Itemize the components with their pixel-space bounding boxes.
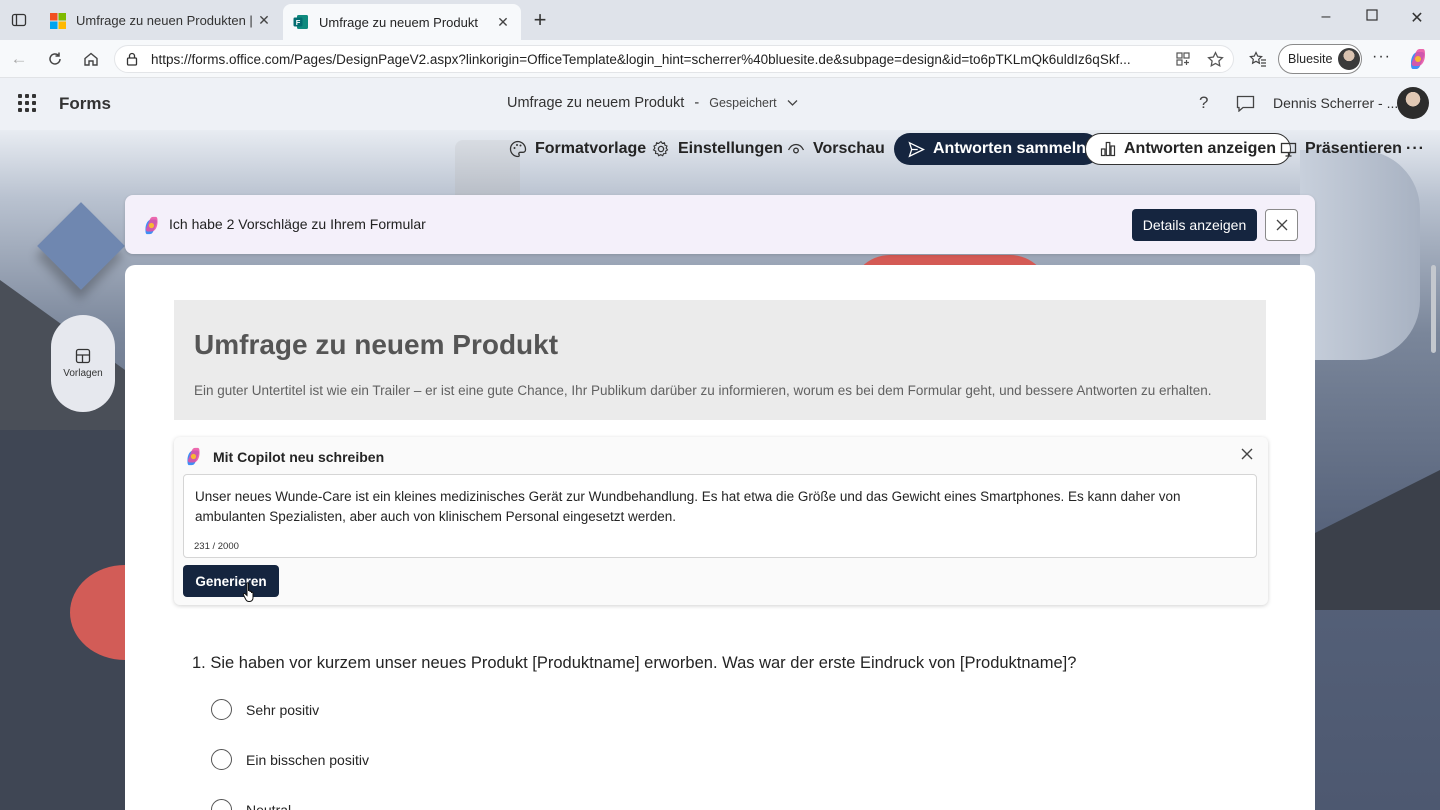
browser-tab-active[interactable]: F Umfrage zu neuem Produkt ✕ <box>283 4 521 40</box>
background-shape <box>1300 150 1420 360</box>
present-icon <box>1280 142 1297 157</box>
vorschau-label: Vorschau <box>813 140 885 157</box>
antworten-anzeigen-label: Antworten anzeigen <box>1124 140 1277 157</box>
form-title[interactable]: Umfrage zu neuem Produkt <box>194 329 558 361</box>
close-window-icon[interactable]: ✕ <box>1405 8 1429 28</box>
gear-icon <box>652 140 669 157</box>
copilot-panel-title: Mit Copilot neu schreiben <box>213 448 385 465</box>
radio-button[interactable] <box>211 799 232 810</box>
close-icon <box>1276 219 1287 231</box>
copilot-icon[interactable] <box>1407 48 1429 70</box>
close-tab-icon[interactable]: ✕ <box>256 12 272 29</box>
tab-title: Umfrage zu neuen Produkten | M <box>76 13 256 28</box>
url-text: https://forms.office.com/Pages/DesignPag… <box>151 52 1131 67</box>
profile-avatar <box>1338 48 1361 70</box>
form-subtitle[interactable]: Ein guter Untertitel ist wie ein Trailer… <box>194 383 1212 398</box>
antworten-sammeln-button[interactable]: Antworten sammeln <box>894 133 1100 165</box>
browser-tab[interactable]: Umfrage zu neuen Produkten | M ✕ <box>40 5 282 36</box>
palette-icon <box>509 140 527 158</box>
copilot-panel-header: Mit Copilot neu schreiben <box>184 447 384 466</box>
minimize-icon[interactable]: – <box>1314 8 1338 26</box>
eye-icon <box>787 143 805 154</box>
refresh-icon[interactable] <box>44 48 66 70</box>
option-label: Sehr positiv <box>246 701 320 718</box>
answer-option[interactable]: Neutral <box>211 799 291 810</box>
background-shape <box>1315 470 1440 610</box>
save-status: Gespeichert <box>709 96 777 110</box>
chart-icon <box>1100 141 1116 157</box>
toolbar-more-icon[interactable]: ··· <box>1406 133 1425 165</box>
close-tab-icon[interactable]: ✕ <box>495 14 511 31</box>
background-shape <box>37 202 125 290</box>
vorlagen-button[interactable]: Vorlagen <box>51 315 115 412</box>
send-icon <box>908 141 925 157</box>
feedback-icon[interactable] <box>1236 95 1255 112</box>
vorlagen-label: Vorlagen <box>63 368 103 379</box>
document-title-text: Umfrage zu neuem Produkt <box>507 95 685 111</box>
generieren-button[interactable]: Generieren <box>183 565 279 597</box>
chevron-down-icon[interactable] <box>787 99 798 107</box>
answer-option[interactable]: Ein bisschen positiv <box>211 749 369 770</box>
formatvorlage-button[interactable]: Formatvorlage <box>509 133 646 165</box>
tab-title: Umfrage zu neuem Produkt <box>319 14 478 30</box>
formatvorlage-label: Formatvorlage <box>535 140 647 157</box>
copilot-icon <box>187 447 200 466</box>
copilot-prompt-textarea[interactable]: Unser neues Wunde-Care ist ein kleines m… <box>183 474 1257 558</box>
browser-tab-bar: Umfrage zu neuen Produkten | M ✕ F Umfra… <box>0 0 1440 40</box>
close-banner-button[interactable] <box>1265 209 1298 241</box>
user-name[interactable]: Dennis Scherrer - ... <box>1273 95 1398 111</box>
hand-cursor-icon <box>242 582 254 602</box>
copilot-prompt-text: Unser neues Wunde-Care ist ein kleines m… <box>195 489 1181 524</box>
einstellungen-label: Einstellungen <box>678 140 783 157</box>
help-icon[interactable]: ? <box>1199 93 1208 113</box>
character-counter: 231 / 2000 <box>194 541 239 552</box>
tab-actions-icon[interactable] <box>8 9 30 31</box>
url-field[interactable]: https://forms.office.com/Pages/DesignPag… <box>114 45 1234 73</box>
favorite-star-icon[interactable] <box>1207 51 1224 68</box>
copilot-rewrite-panel: Mit Copilot neu schreiben Unser neues Wu… <box>174 437 1268 605</box>
svg-text:F: F <box>296 18 301 27</box>
antworten-anzeigen-button[interactable]: Antworten anzeigen <box>1085 133 1292 165</box>
address-bar-row: ← https://forms.office.com/Pages/DesignP… <box>0 40 1440 78</box>
more-options-icon[interactable]: ··· <box>1372 48 1391 66</box>
new-tab-icon[interactable]: + <box>528 9 552 31</box>
radio-button[interactable] <box>211 749 232 770</box>
forms-logo-icon: F <box>293 15 308 29</box>
copilot-suggestion-banner: Ich habe 2 Vorschläge zu Ihrem Formular … <box>125 195 1315 254</box>
banner-text: Ich habe 2 Vorschläge zu Ihrem Formular <box>169 216 426 232</box>
maximize-icon[interactable] <box>1360 8 1384 26</box>
app-available-icon[interactable] <box>1175 51 1191 67</box>
question-1-title[interactable]: 1. Sie haben vor kurzem unser neues Prod… <box>192 654 1076 673</box>
profile-button[interactable]: Bluesite <box>1278 44 1362 74</box>
option-label: Ein bisschen positiv <box>246 751 369 768</box>
close-icon[interactable] <box>1240 447 1254 461</box>
lock-icon[interactable] <box>125 52 139 66</box>
form-card: Umfrage zu neuem Produkt Ein guter Unter… <box>125 265 1315 810</box>
option-label: Neutral <box>246 801 292 810</box>
details-anzeigen-button[interactable]: Details anzeigen <box>1132 209 1257 241</box>
title-separator: - <box>694 95 700 111</box>
home-icon[interactable] <box>80 48 102 70</box>
praesentieren-button[interactable]: Präsentieren <box>1280 133 1402 165</box>
form-header-section[interactable]: Umfrage zu neuem Produkt Ein guter Unter… <box>174 300 1266 420</box>
templates-icon <box>75 348 91 364</box>
user-avatar[interactable] <box>1397 87 1429 119</box>
forms-header: Forms Umfrage zu neuem Produkt - Gespeic… <box>0 78 1440 130</box>
favorites-icon[interactable] <box>1249 51 1267 67</box>
back-icon[interactable]: ← <box>8 48 30 70</box>
antworten-sammeln-label: Antworten sammeln <box>933 140 1086 157</box>
app-name[interactable]: Forms <box>59 94 111 114</box>
microsoft-logo-icon <box>50 12 66 29</box>
profile-label: Bluesite <box>1288 52 1333 66</box>
praesentieren-label: Präsentieren <box>1305 140 1402 157</box>
copilot-icon <box>145 216 158 235</box>
einstellungen-button[interactable]: Einstellungen <box>652 133 783 165</box>
app-launcher-icon[interactable] <box>18 94 36 112</box>
page-scrollbar[interactable] <box>1431 265 1436 353</box>
document-title[interactable]: Umfrage zu neuem Produkt - Gespeichert <box>507 95 798 111</box>
radio-button[interactable] <box>211 699 232 720</box>
vorschau-button[interactable]: Vorschau <box>787 133 885 165</box>
answer-option[interactable]: Sehr positiv <box>211 699 319 720</box>
